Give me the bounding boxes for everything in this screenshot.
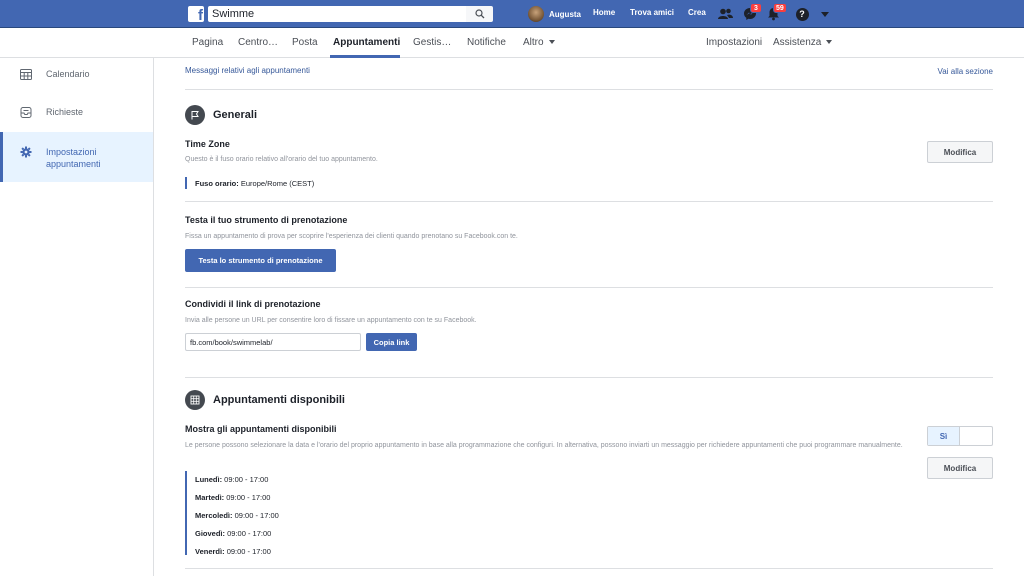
friend-requests-button[interactable] [717,6,733,22]
chevron-down-icon [826,40,833,45]
test-booking-tool-button[interactable]: Testa lo strumento di prenotazione [185,249,336,272]
schedule-hours: 09:00 - 17:00 [226,547,271,556]
create-link[interactable]: Crea [688,8,706,17]
divider [185,568,993,569]
schedule-day: Giovedì: [195,529,226,538]
divider [185,287,993,288]
timezone-key: Fuso orario: [195,179,239,188]
tab-assistenza-label: Assistenza [773,37,822,48]
schedule-hours: 09:00 - 17:00 [234,511,279,520]
schedule-day: Mercoledì: [195,511,233,520]
schedule-day: Martedì: [195,493,225,502]
tab-notifiche[interactable]: Notifiche [467,37,506,48]
tab-posta[interactable]: Posta [292,37,318,48]
section-availability-header: Appuntamenti disponibili [185,390,345,410]
timezone-value: Fuso orario: Europe/Rome (CEST) [195,179,314,188]
schedule-hours: 09:00 - 17:00 [224,475,269,484]
section-title: Appuntamenti disponibili [213,394,345,406]
copy-link-button[interactable]: Copia link [366,333,417,351]
tab-gestis[interactable]: Gestis… [413,37,451,48]
schedule-row: Martedì: 09:00 - 17:00 [195,493,270,502]
tab-assistenza[interactable]: Assistenza [773,37,833,48]
test-tool-title: Testa il tuo strumento di prenotazione [185,215,348,225]
toggle-off-option[interactable] [960,427,992,445]
avatar [528,6,544,22]
schedule-hours: 09:00 - 17:00 [227,529,272,538]
notifications-badge: 59 [773,3,787,13]
sidebar: Calendario Richieste Impostazioni appunt… [0,58,154,576]
sidebar-item-label: Richieste [46,107,84,117]
page-tabs-bar: Pagina Centro… Posta Appuntamenti Gestis… [0,28,1024,58]
find-friends-link[interactable]: Trova amici [630,8,674,17]
friends-icon [717,8,733,19]
search-button[interactable] [466,6,493,22]
facebook-logo-icon[interactable]: f [188,6,204,24]
edit-timezone-button[interactable]: Modifica [927,141,993,163]
timezone-title: Time Zone [185,139,230,149]
tab-altro-label: Altro [523,37,544,48]
appointment-messages-link[interactable]: Messaggi relativi agli appuntamenti [185,66,310,75]
help-icon: ? [795,7,809,21]
notifications-button[interactable]: 59 [765,3,787,22]
profile-name: Augusta [549,9,581,19]
schedule-hours: 09:00 - 17:00 [226,493,271,502]
chevron-down-icon [821,11,829,17]
messages-button[interactable]: 3 [742,3,762,22]
schedule-row: Venerdì: 09:00 - 17:00 [195,547,271,556]
schedule-accent-bar [185,471,187,555]
gear-icon [20,146,32,158]
divider [185,201,993,202]
chevron-down-icon [548,40,555,45]
tab-appuntamenti[interactable]: Appuntamenti [333,37,400,48]
sidebar-item-label: Calendario [46,69,90,79]
tab-altro[interactable]: Altro [523,37,555,48]
top-navigation-bar: f Augusta Home Trova amici Crea 3 59 ? [0,0,1024,28]
calendar-grid-icon [185,390,205,410]
section-title: Generali [213,109,258,121]
home-link[interactable]: Home [593,8,615,17]
sidebar-item-label: Impostazioni appuntamenti [46,147,101,169]
tab-impostazioni[interactable]: Impostazioni [706,37,762,48]
edit-availability-button[interactable]: Modifica [927,457,993,479]
show-availability-description: Le persone possono selezionare la data e… [185,442,903,449]
flag-icon [185,105,205,125]
search-input[interactable] [208,6,466,22]
divider [185,89,993,90]
calendar-icon [20,69,32,80]
sidebar-item-richieste[interactable]: Richieste [0,106,153,120]
account-menu-button[interactable] [817,6,833,22]
tab-pagina[interactable]: Pagina [192,37,223,48]
share-link-description: Invia alle persone un URL per consentire… [185,317,477,324]
help-button[interactable]: ? [794,6,810,22]
section-general-header: Generali [185,105,257,125]
test-tool-description: Fissa un appuntamento di prova per scopr… [185,233,518,240]
schedule-day: Lunedì: [195,475,223,484]
profile-link[interactable]: Augusta [528,6,581,22]
share-link-title: Condividi il link di prenotazione [185,299,321,309]
go-to-section-link[interactable]: Vai alla sezione [938,67,993,76]
booking-url-field[interactable] [185,333,361,351]
timezone-description: Questo è il fuso orario relativo all'ora… [185,156,378,163]
search-icon [474,9,484,19]
messages-badge: 3 [750,3,762,13]
schedule-row: Giovedì: 09:00 - 17:00 [195,529,271,538]
availability-toggle[interactable]: Sì [927,426,993,446]
appointments-settings-main: Messaggi relativi agli appuntamenti Vai … [155,58,1024,576]
timezone-value-text: Europe/Rome (CEST) [240,179,315,188]
sidebar-item-calendario[interactable]: Calendario [0,68,153,82]
inbox-icon [20,107,32,118]
schedule-row: Mercoledì: 09:00 - 17:00 [195,511,279,520]
divider [185,377,993,378]
tab-centro[interactable]: Centro… [238,37,278,48]
timezone-accent-bar [185,177,187,189]
schedule-day: Venerdì: [195,547,225,556]
toggle-on-option[interactable]: Sì [928,427,961,445]
sidebar-item-impostazioni-appuntamenti[interactable]: Impostazioni appuntamenti [0,132,153,182]
schedule-row: Lunedì: 09:00 - 17:00 [195,475,268,484]
show-availability-title: Mostra gli appuntamenti disponibili [185,424,337,434]
